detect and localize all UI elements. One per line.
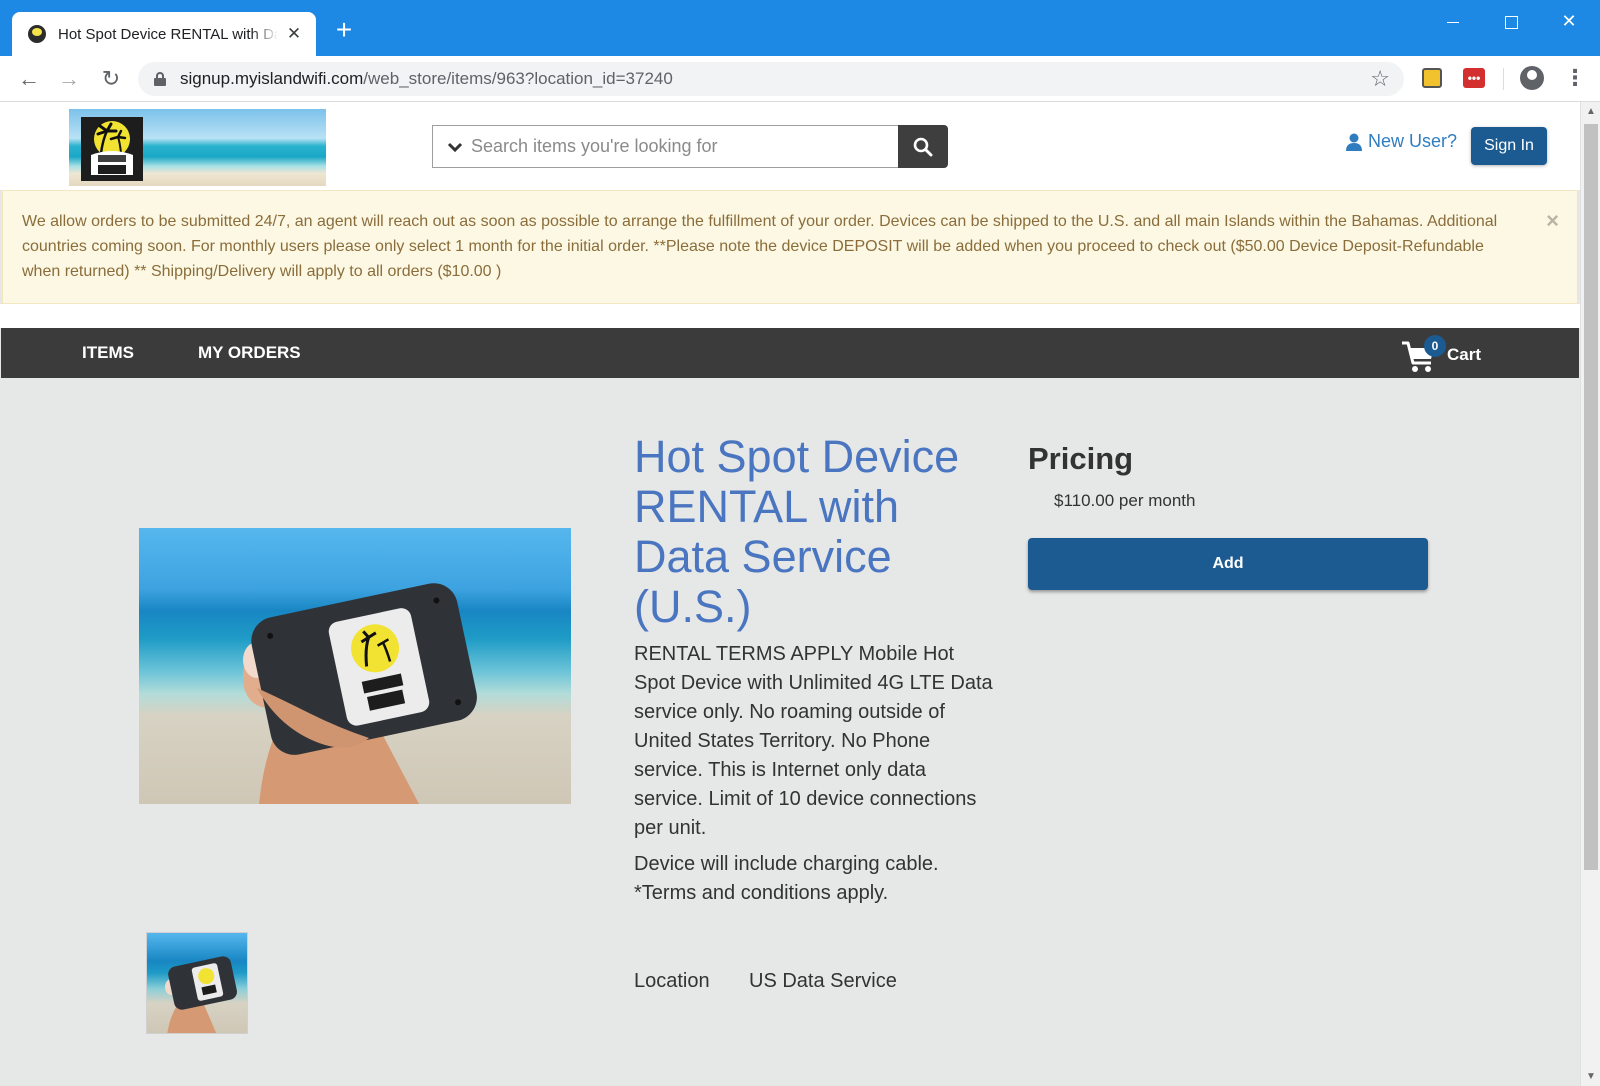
search-button[interactable] [898,125,948,168]
browser-toolbar: ← → ↻ signup.myislandwifi.com/web_store/… [0,56,1600,102]
address-bar[interactable]: signup.myislandwifi.com/web_store/items/… [138,62,1404,96]
page-scrollbar[interactable]: ▲ ▼ [1580,102,1600,1086]
new-user-label: New User? [1368,131,1458,151]
product-description: RENTAL TERMS APPLY Mobile Hot Spot Devic… [634,643,993,839]
island-wifi-logo[interactable] [69,109,326,186]
sign-in-button[interactable]: Sign In [1471,127,1547,165]
cart-link[interactable]: 0 Cart [1401,335,1501,375]
scroll-down-arrow-icon[interactable]: ▼ [1586,1071,1596,1082]
alert-text: We allow orders to be submitted 24/7, an… [22,213,1498,280]
price-value: $110.00 per month [1054,491,1196,510]
toolbar-divider [1503,68,1504,90]
cart-label: Cart [1447,345,1482,364]
browser-titlebar: Hot Spot Device RENTAL with Data Service… [0,0,1600,56]
hotspot-device-photo [243,583,477,804]
product-description-note: Device will include charging cable. *Ter… [634,853,939,904]
close-window-button[interactable]: ✕ [1546,6,1592,36]
lock-icon[interactable] [154,72,166,86]
alert-close-icon[interactable]: × [1546,209,1559,233]
cart-count-badge: 0 [1424,335,1446,357]
island-wifi-badge-icon [81,117,143,181]
info-alert: We allow orders to be submitted 24/7, an… [2,190,1578,304]
product-title: Hot Spot Device RENTAL with Data Service… [634,431,960,632]
extension-password-icon[interactable]: ••• [1463,68,1485,88]
new-user-link[interactable]: New User? [1346,131,1457,152]
header-spacer [0,304,1580,328]
url-host: signup.myislandwifi.com [180,69,364,88]
url-path: /web_store/items/963?location_id=37240 [363,69,673,88]
hotspot-device-thumbnail-photo [165,956,237,1033]
page-content: New User? Sign In We allow orders to be … [0,102,1580,1086]
pricing-title: Pricing [1028,441,1134,476]
search-icon [913,137,933,156]
forward-arrow-icon[interactable]: → [54,64,84,94]
browser-tab[interactable]: Hot Spot Device RENTAL with Data Service… [12,12,316,56]
user-icon [1346,133,1362,151]
browser-menu-icon[interactable]: ⋮ [1564,66,1586,92]
search-input[interactable] [471,136,871,157]
profile-icon[interactable] [1520,66,1544,90]
tab-close-icon[interactable]: ✕ [284,24,304,44]
search-field[interactable] [432,125,898,168]
new-tab-icon[interactable]: + [332,16,356,44]
scroll-up-arrow-icon[interactable]: ▲ [1586,106,1596,117]
extension-icon[interactable] [1422,68,1442,88]
back-arrow-icon[interactable]: ← [14,64,44,94]
site-header: New User? Sign In [0,102,1580,190]
scrollbar-thumb[interactable] [1584,124,1598,870]
bookmark-star-icon[interactable]: ☆ [1370,66,1390,92]
nav-items-link[interactable]: ITEMS [82,328,134,378]
product-main-image[interactable] [139,528,571,804]
chevron-down-icon[interactable] [447,139,463,155]
nav-my-orders-link[interactable]: MY ORDERS [198,328,301,378]
add-to-cart-button[interactable]: Add [1028,538,1428,590]
tab-title: Hot Spot Device RENTAL with Data Service… [58,25,278,43]
reload-icon[interactable]: ↻ [96,64,126,94]
product-thumbnail[interactable] [146,932,248,1034]
search-bar [432,125,948,168]
main-navbar: ITEMS MY ORDERS 0 Cart [1,328,1579,378]
maximize-window-button[interactable] [1488,6,1534,36]
location-label: Location [634,970,710,992]
minimize-window-button[interactable] [1430,6,1476,36]
favicon-icon [28,25,46,43]
location-value: US Data Service [749,970,897,992]
